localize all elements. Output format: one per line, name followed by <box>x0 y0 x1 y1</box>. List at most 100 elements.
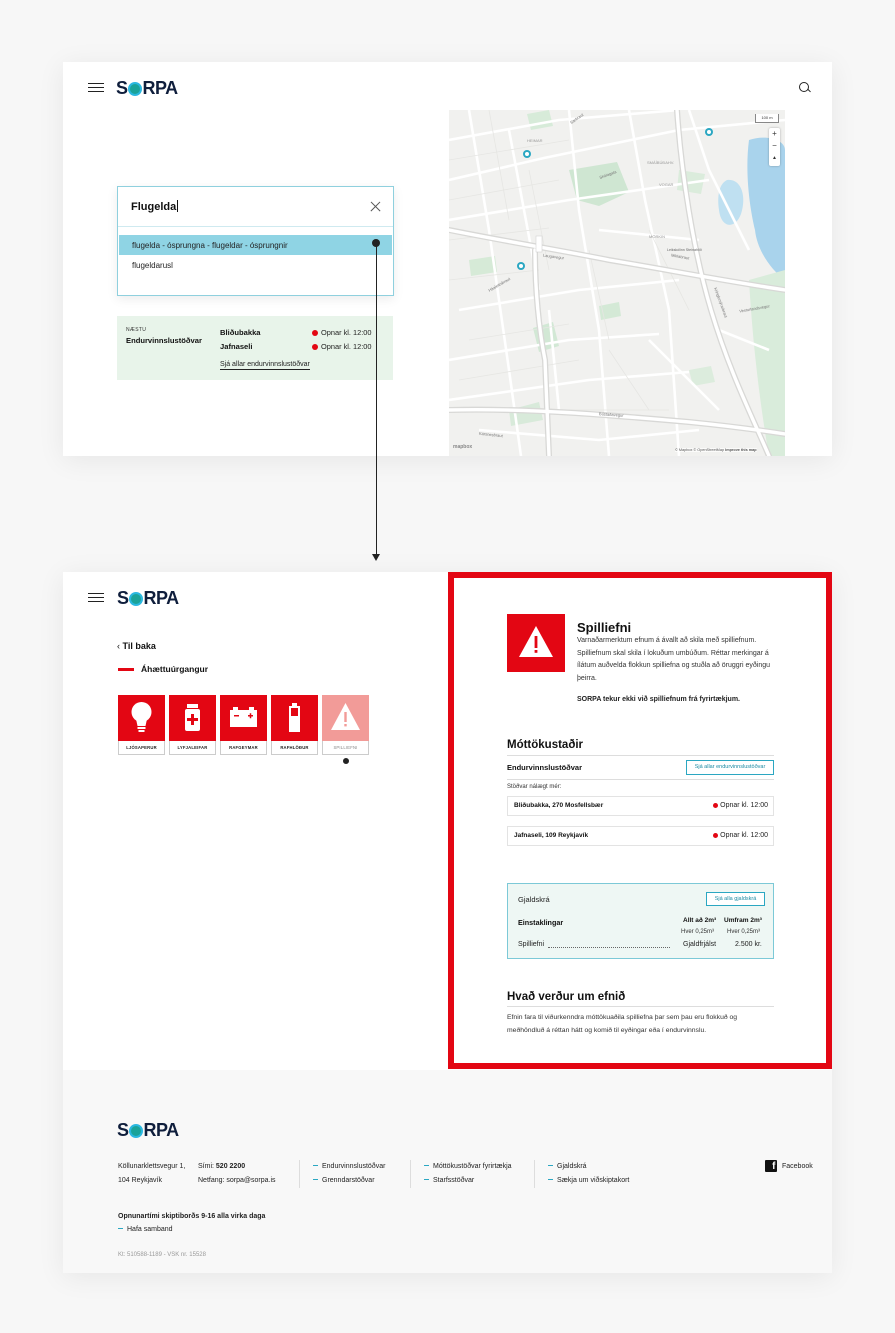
close-icon[interactable] <box>370 201 381 212</box>
footer-link[interactable]: Endurvinnslustöðvar <box>313 1160 385 1174</box>
search-input[interactable]: Flugelda <box>118 187 393 227</box>
footer-link[interactable]: Sækja um viðskiptakort <box>548 1174 629 1188</box>
logo-text: S <box>116 78 128 98</box>
tile-rafgeymar[interactable]: RAFGEYMAR <box>220 695 267 755</box>
category-title: Áhættuúrgangur <box>141 664 209 674</box>
flow-connector <box>375 243 377 555</box>
section-title: Hvað verður um efnið <box>507 991 626 1003</box>
back-link[interactable]: ‹ Til baka <box>117 641 156 651</box>
station-name[interactable]: Jafnaseli <box>220 342 253 351</box>
phone-label: Sími: <box>198 1163 214 1170</box>
station-name: Jafnaseli, 109 Reykjavík <box>514 832 589 839</box>
section-subtitle: Endurvinnslustöðvar <box>507 763 583 772</box>
facebook-link[interactable]: Facebook <box>782 1160 813 1174</box>
panel-title: Spilliefni <box>577 620 632 635</box>
map-label: HEIMAR <box>527 138 543 143</box>
station-status: Opnar kl. 12:00 <box>321 342 372 351</box>
map-label: SMÁÍBÚÐAHV. <box>647 160 675 165</box>
mapbox-logo[interactable]: mapbox <box>453 444 472 450</box>
status-dot <box>713 833 719 838</box>
search-value: Flugelda <box>131 201 177 213</box>
back-label: Til baka <box>122 641 156 651</box>
fee-col-sub: Hver 0,25m³ <box>681 929 715 935</box>
car-battery-icon <box>220 695 267 741</box>
contact-link[interactable]: Hafa samband <box>118 1223 173 1237</box>
logo-o <box>128 82 143 96</box>
compass-icon[interactable]: ▲ <box>769 152 780 164</box>
search-box: Flugelda flugelda - ósprungna - flugelda… <box>117 186 394 296</box>
fee-col-header: Umfram 2m³ <box>724 917 762 924</box>
zoom-out-button[interactable]: − <box>769 140 780 152</box>
flow-start-dot <box>372 239 380 247</box>
zoom-in-button[interactable]: + <box>769 128 780 140</box>
fee-value: 2.500 kr. <box>735 941 762 948</box>
tile-label: RAFGEYMAR <box>220 741 267 755</box>
sorpa-logo[interactable]: S RPA <box>117 588 179 609</box>
next-eyebrow: NÆSTU <box>126 327 147 333</box>
address-line: 104 Reykjavík <box>118 1176 162 1184</box>
map[interactable]: HEIMAR VOGAR MÖRKIN SMÁÍBÚÐAHV. Leikskól… <box>449 110 785 456</box>
status-dot <box>312 330 318 336</box>
divider <box>534 1160 535 1188</box>
next-stations: NÆSTU Endurvinnslustöðvar Bliðubakka Opn… <box>117 316 393 380</box>
divider <box>299 1160 300 1188</box>
tile-ljosaperur[interactable]: LJÓSAPERUR <box>118 695 165 755</box>
logo-text: RPA <box>142 78 179 98</box>
bulb-icon <box>118 695 165 741</box>
footer: S RPA Köllunarklettsvegur 1, 104 Reykjaví… <box>63 1070 832 1273</box>
tile-lyfjaleifar[interactable]: LYFJALEIFAR <box>169 695 216 755</box>
fee-col-header: Allt að 2m³ <box>683 917 717 924</box>
full-pricelist-button[interactable]: Sjá alla gjaldskrá <box>706 892 765 906</box>
fee-box: Gjaldskrá Sjá alla gjaldskrá Einstakling… <box>507 883 774 959</box>
detail-panel: Spilliefni Varnaðarmerktum efnum á ávall… <box>448 572 832 1069</box>
status-dot <box>713 803 719 808</box>
sorpa-logo[interactable]: S RPA <box>116 78 178 99</box>
map-label: MÖRKIN <box>649 234 665 239</box>
logo-text: RPA <box>143 588 180 608</box>
map-attribution[interactable]: © Mapbox © OpenStreetMap <box>675 448 724 452</box>
map-label: Leikskólinn Steinahlíð <box>667 248 702 252</box>
station-name: Bliðubakka, 270 Mosfellsbær <box>514 802 604 809</box>
nearest-label: Stöðvar nálægt mér: <box>507 784 562 790</box>
status-dot <box>312 344 318 350</box>
divider <box>410 1160 411 1188</box>
phone-number[interactable]: 520 2200 <box>216 1163 245 1170</box>
improve-map-link[interactable]: Improve this map <box>725 448 756 452</box>
all-stations-link[interactable]: Sjá allar endurvinnslustöðvar <box>220 361 310 370</box>
tile-spilliefni[interactable]: SPILLIEFNI <box>322 695 369 755</box>
footer-link[interactable]: Starfsstöðvar <box>424 1174 512 1188</box>
footer-link[interactable]: Grenndarstöðvar <box>313 1174 385 1188</box>
section-body: Efnin fara til viðurkenndra móttökuaðila… <box>507 1014 738 1034</box>
suggestion-item[interactable]: flugelda - ósprungna - flugeldar - óspru… <box>119 235 392 255</box>
logo-text: RPA <box>143 1120 180 1140</box>
fee-col-sub: Hver 0,25m³ <box>727 929 761 935</box>
fee-item: Spilliefni <box>518 941 545 948</box>
station-status: Opnar kl. 12:00 <box>321 328 372 337</box>
all-stations-button[interactable]: Sjá allar endurvinnslustöðvar <box>686 760 774 775</box>
fee-group: Einstaklingar <box>518 918 564 927</box>
tile-rafhlodur[interactable]: RAFHLÖÐUR <box>271 695 318 755</box>
facebook-icon[interactable]: f <box>765 1160 777 1172</box>
fee-title: Gjaldskrá <box>518 895 550 904</box>
section-title: Móttökustaðir <box>507 739 584 751</box>
sorpa-logo[interactable]: S RPA <box>117 1120 179 1141</box>
footer-link[interactable]: Móttökustöðvar fyrirtækja <box>424 1160 512 1174</box>
switchboard-hours: Opnunartími skiptiborðs 9-16 alla virka … <box>118 1213 266 1220</box>
menu-icon[interactable] <box>88 593 104 603</box>
battery-icon <box>271 695 318 741</box>
footer-link[interactable]: Gjaldskrá <box>548 1160 629 1174</box>
suggestion-item[interactable]: flugeldarusl <box>119 255 392 275</box>
logo-o <box>129 592 144 606</box>
tile-label: RAFHLÖÐUR <box>271 741 318 755</box>
email-link[interactable]: Netfang: sorpa@sorpa.is <box>198 1174 276 1188</box>
station-name[interactable]: Bliðubakka <box>220 328 261 337</box>
search-icon[interactable] <box>799 82 811 94</box>
logo-text: S <box>117 588 129 608</box>
panel-body: Varnaðarmerktum efnum á ávallt að skila … <box>577 637 771 682</box>
station-row[interactable]: Jafnaseli, 109 Reykjavík Opnar kl. 12:00 <box>507 826 774 846</box>
menu-icon[interactable] <box>88 83 104 93</box>
tile-label: LJÓSAPERUR <box>118 741 165 755</box>
station-row[interactable]: Bliðubakka, 270 Mosfellsbær Opnar kl. 12… <box>507 796 774 816</box>
next-title: Endurvinnslustöðvar <box>126 336 202 345</box>
fee-value: Gjaldfrjálst <box>683 941 717 948</box>
